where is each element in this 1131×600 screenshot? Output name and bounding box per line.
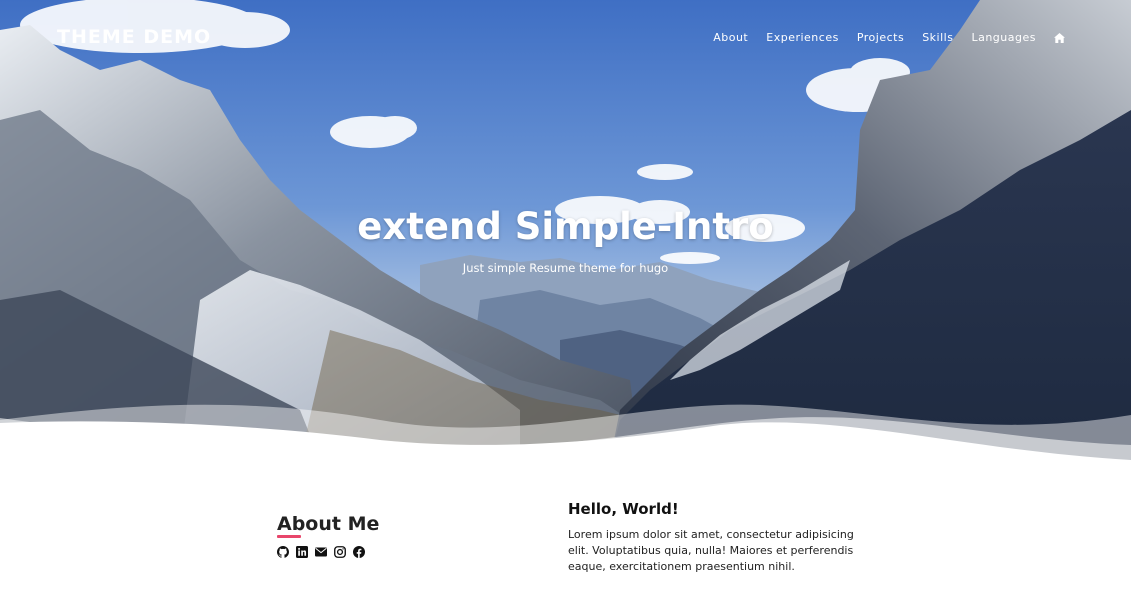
facebook-icon — [353, 546, 365, 558]
main-nav: About Experiences Projects Skills Langua… — [713, 30, 1065, 46]
nav-item-skills[interactable]: Skills — [922, 30, 953, 46]
home-icon — [1054, 33, 1065, 43]
brand-logo-link[interactable]: THEME DEMO — [57, 26, 211, 48]
github-link[interactable] — [277, 546, 289, 558]
email-link[interactable] — [315, 546, 327, 558]
heading-underline — [277, 535, 301, 538]
email-icon — [315, 547, 327, 557]
instagram-link[interactable] — [334, 546, 346, 558]
intro-paragraph: Lorem ipsum dolor sit amet, consectetur … — [568, 528, 854, 573]
facebook-link[interactable] — [353, 546, 365, 558]
nav-item-languages[interactable]: Languages — [971, 30, 1036, 46]
instagram-icon — [334, 546, 346, 558]
hero-section: THEME DEMO About Experiences Projects Sk… — [0, 0, 1131, 460]
hero-title: extend Simple-Intro — [357, 205, 774, 248]
about-me-heading: About Me — [277, 513, 380, 535]
hello-world-heading: Hello, World! — [568, 500, 679, 518]
nav-home-link[interactable] — [1054, 33, 1065, 43]
nav-item-projects[interactable]: Projects — [857, 30, 904, 46]
nav-item-about[interactable]: About — [713, 30, 748, 46]
hero-subtitle: Just simple Resume theme for hugo — [462, 261, 669, 275]
nav-item-experiences[interactable]: Experiences — [766, 30, 839, 46]
social-links — [277, 546, 365, 558]
linkedin-icon — [296, 546, 308, 558]
linkedin-link[interactable] — [296, 546, 308, 558]
github-icon — [277, 546, 289, 558]
